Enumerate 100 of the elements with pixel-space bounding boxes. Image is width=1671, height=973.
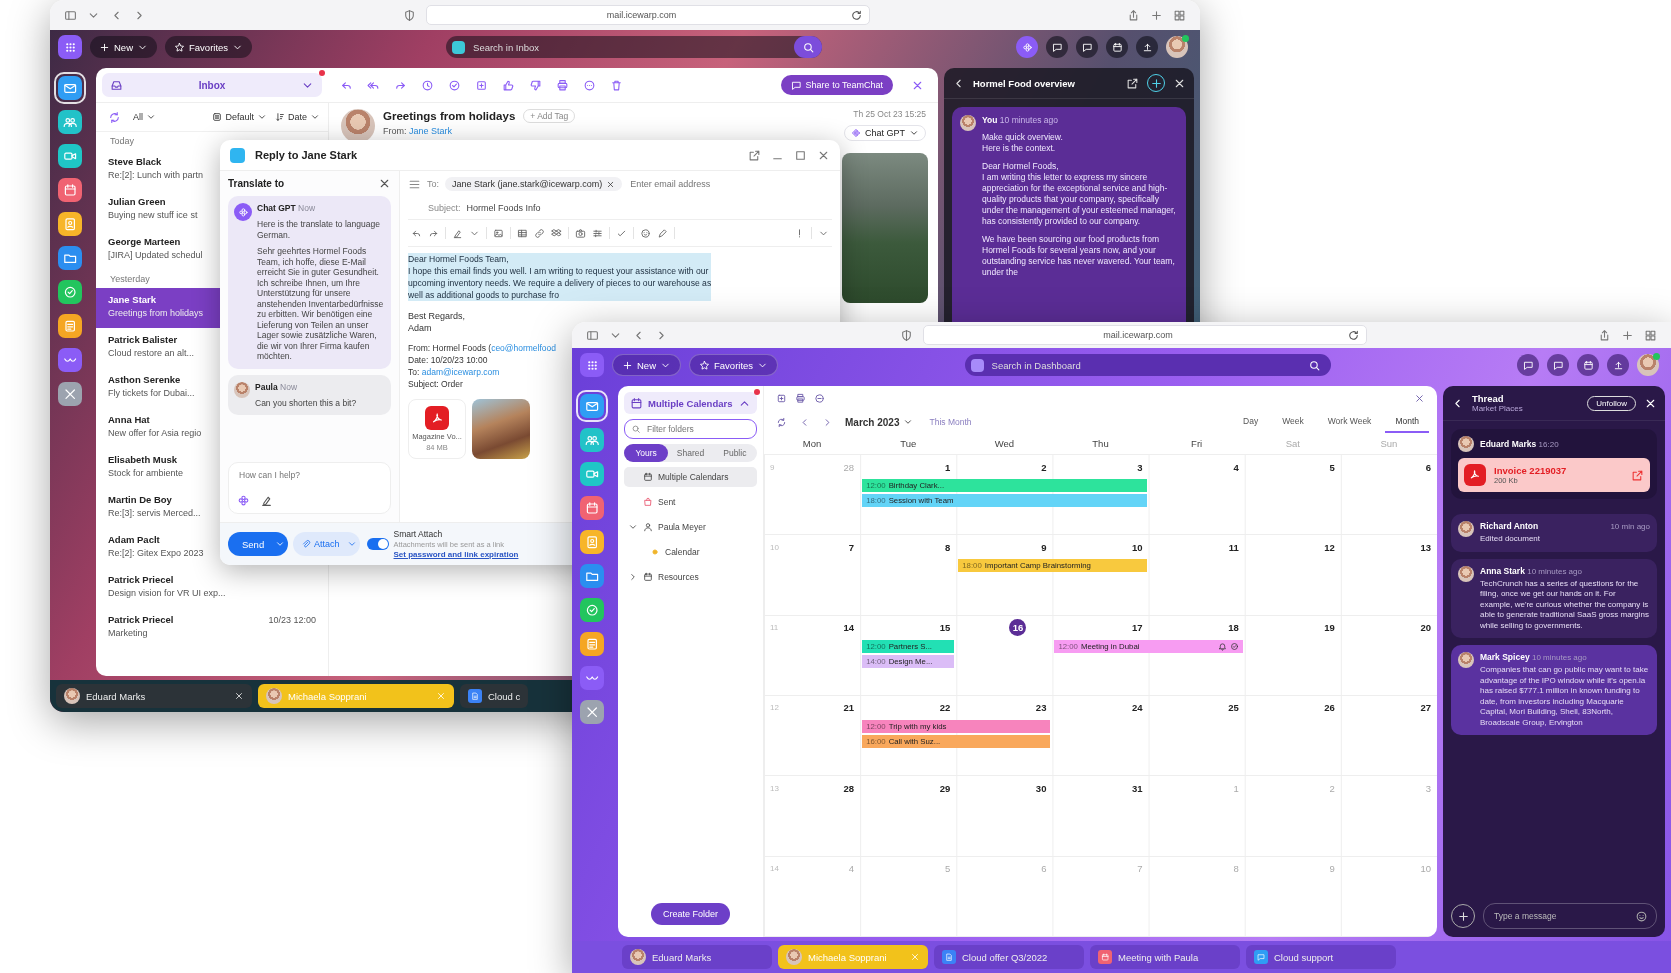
tabs-grid-icon[interactable] bbox=[1644, 328, 1657, 342]
people-icon[interactable] bbox=[580, 428, 604, 452]
video-camera-icon[interactable] bbox=[58, 144, 82, 168]
upload-button[interactable] bbox=[1607, 354, 1629, 376]
day-number[interactable]: 7 bbox=[848, 541, 855, 553]
maximize-icon[interactable] bbox=[794, 148, 807, 162]
day-number[interactable]: 13 bbox=[1420, 541, 1431, 553]
email-link[interactable]: adam@icewarp.com bbox=[421, 367, 500, 377]
upload-button[interactable] bbox=[1136, 36, 1158, 58]
sort-filter[interactable]: Date bbox=[275, 112, 320, 122]
address-bar[interactable]: mail.icewarp.com bbox=[426, 5, 870, 25]
search-bar[interactable]: Search in Dashboard bbox=[964, 354, 1331, 376]
thumbs-up-icon[interactable] bbox=[502, 78, 515, 92]
this-month-button[interactable]: This Month bbox=[929, 417, 972, 427]
day-number[interactable]: 9 bbox=[1041, 541, 1047, 553]
trash-icon[interactable] bbox=[610, 78, 623, 92]
folder-icon[interactable] bbox=[580, 564, 604, 588]
day-number[interactable]: 2 bbox=[1041, 461, 1047, 473]
day-number[interactable]: 23 bbox=[1035, 702, 1047, 714]
day-number[interactable]: 29 bbox=[939, 782, 951, 794]
printer-icon[interactable] bbox=[795, 392, 806, 404]
scope-filter[interactable]: All bbox=[133, 112, 156, 122]
reload-icon[interactable] bbox=[850, 8, 863, 22]
day-number[interactable]: 27 bbox=[1420, 702, 1431, 714]
day-number[interactable]: 1 bbox=[945, 461, 951, 473]
day-number[interactable]: 6 bbox=[1425, 461, 1431, 473]
taskbar-item[interactable]: Eduard Marks bbox=[56, 684, 252, 708]
day-number[interactable]: 28 bbox=[843, 782, 855, 794]
email-link[interactable]: ceo@hormelfood bbox=[491, 343, 556, 353]
pen-underline-icon[interactable] bbox=[452, 227, 463, 239]
day-number[interactable]: 4 bbox=[1233, 461, 1239, 473]
external-link-icon[interactable] bbox=[1126, 76, 1139, 90]
smiley-icon[interactable] bbox=[640, 227, 651, 239]
wave-icon[interactable] bbox=[58, 348, 82, 372]
check-circle-icon[interactable] bbox=[448, 78, 461, 92]
recipient-field[interactable]: Enter email address bbox=[628, 178, 832, 190]
chat-button[interactable] bbox=[1046, 36, 1068, 58]
plus-icon[interactable] bbox=[1621, 328, 1634, 342]
folder-item[interactable]: Paula Meyer bbox=[624, 517, 757, 537]
favorites-button[interactable]: Favorites bbox=[165, 36, 253, 58]
crossed-tools-icon[interactable] bbox=[58, 382, 82, 406]
calendar-selector[interactable]: Multiple Calendars bbox=[624, 392, 757, 414]
day-number[interactable]: 5 bbox=[1329, 461, 1335, 473]
folder-item[interactable]: Calendar bbox=[624, 542, 757, 562]
message-field[interactable]: Type a message bbox=[1483, 903, 1657, 929]
video-camera-icon[interactable] bbox=[580, 462, 604, 486]
link-expiration-link[interactable]: Set password and link expiration bbox=[393, 550, 519, 559]
folder-tab[interactable]: Yours bbox=[624, 444, 669, 462]
address-bar[interactable]: mail.icewarp.com bbox=[922, 325, 1367, 345]
tabs-grid-icon[interactable] bbox=[1173, 8, 1186, 22]
notes-icon[interactable] bbox=[58, 314, 82, 338]
search-field[interactable]: Search in Inbox bbox=[471, 40, 789, 54]
image-icon[interactable] bbox=[493, 227, 504, 239]
close-icon[interactable] bbox=[378, 177, 391, 190]
message-item[interactable]: Patrick Priecel Marketing 10/23 12:00 bbox=[96, 608, 328, 648]
filter-input[interactable]: Filter folders bbox=[645, 423, 750, 435]
day-number[interactable]: 3 bbox=[1137, 461, 1143, 473]
day-number[interactable]: 22 bbox=[939, 702, 951, 714]
favorites-button[interactable]: Favorites bbox=[689, 354, 779, 376]
close-icon[interactable] bbox=[234, 691, 244, 701]
subject-field[interactable]: Hormel Foods Info bbox=[466, 203, 541, 213]
taskbar-item[interactable]: Eduard Marks bbox=[622, 945, 772, 969]
day-number[interactable]: 31 bbox=[1132, 782, 1143, 794]
folder-icon[interactable] bbox=[58, 246, 82, 270]
more-dots-icon[interactable] bbox=[583, 78, 596, 92]
search-field[interactable]: Search in Dashboard bbox=[989, 358, 1302, 372]
day-number[interactable]: 20 bbox=[1420, 622, 1431, 634]
folder-item[interactable]: Multiple Calendars bbox=[624, 467, 757, 487]
folder-tab[interactable]: Public bbox=[712, 444, 757, 462]
plus-square-icon[interactable] bbox=[776, 392, 787, 404]
view-filter[interactable]: Default bbox=[212, 112, 267, 122]
day-number[interactable]: 10 bbox=[1132, 541, 1143, 553]
message-input[interactable]: Type a message bbox=[1492, 910, 1635, 922]
day-number[interactable]: 25 bbox=[1228, 702, 1239, 714]
shield-icon[interactable] bbox=[403, 8, 416, 22]
day-number[interactable]: 8 bbox=[945, 541, 951, 553]
apps-grid-button[interactable] bbox=[58, 35, 82, 59]
folder-tab[interactable]: Shared bbox=[668, 444, 713, 462]
month-selector[interactable]: March 2023 bbox=[845, 416, 914, 428]
folder-item[interactable]: Sent bbox=[624, 492, 757, 512]
message-item[interactable]: Patrick Priecel Design vision for VR UI exp... bbox=[96, 568, 328, 608]
prompt-input[interactable]: How can I help? bbox=[237, 469, 382, 481]
sliders-icon[interactable] bbox=[592, 227, 603, 239]
reload-icon[interactable] bbox=[1346, 328, 1360, 342]
shield-icon[interactable] bbox=[899, 328, 913, 342]
pencil-icon[interactable] bbox=[657, 227, 668, 239]
plus-square-icon[interactable] bbox=[475, 78, 488, 92]
apps-grid-button[interactable] bbox=[580, 353, 604, 377]
search-bar[interactable]: Search in Inbox bbox=[446, 36, 823, 58]
attach-button[interactable]: Attach bbox=[293, 532, 344, 556]
calendar-icon[interactable] bbox=[580, 496, 604, 520]
recipient-chip[interactable]: Jane Stark (jane.stark@icewarp.com) bbox=[445, 177, 623, 191]
contact-book-icon[interactable] bbox=[580, 530, 604, 554]
send-options-button[interactable] bbox=[272, 532, 288, 556]
share-icon[interactable] bbox=[1598, 328, 1611, 342]
contact-book-icon[interactable] bbox=[58, 212, 82, 236]
user-avatar[interactable] bbox=[1166, 36, 1188, 58]
table-icon[interactable] bbox=[517, 227, 528, 239]
folder-item[interactable]: Resources bbox=[624, 567, 757, 587]
messages-button[interactable] bbox=[1547, 354, 1569, 376]
